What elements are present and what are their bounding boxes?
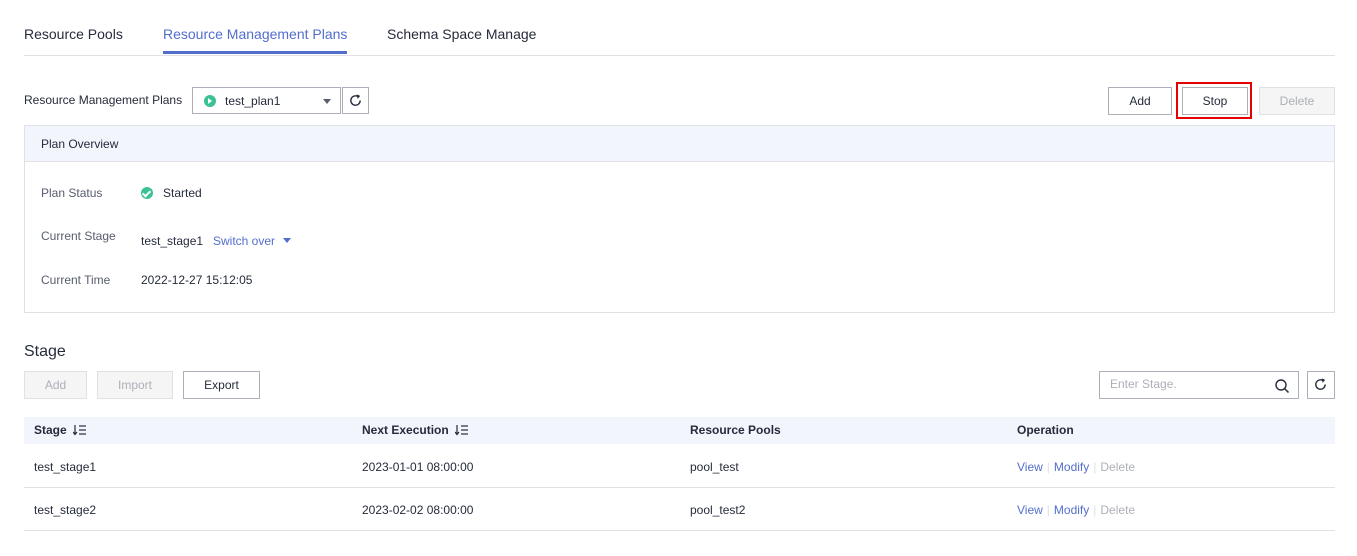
search-icon[interactable] [1274, 378, 1290, 394]
cell-stage: test_stage2 [34, 503, 97, 517]
refresh-plans-button[interactable] [342, 87, 369, 114]
current-stage-label: Current Stage [41, 229, 116, 243]
column-header-stage-label: Stage [34, 423, 67, 437]
modify-link[interactable]: Modify [1054, 460, 1089, 474]
separator: | [1046, 460, 1050, 474]
plan-selector-label: Resource Management Plans [24, 93, 183, 107]
view-link[interactable]: View [1017, 503, 1043, 517]
cell-next-execution: 2023-02-02 08:00:00 [362, 503, 474, 517]
separator: | [1093, 460, 1097, 474]
chevron-down-icon [323, 99, 331, 104]
cell-resource-pools: pool_test [690, 460, 739, 474]
refresh-icon [1315, 378, 1326, 390]
plan-status-label: Plan Status [41, 186, 103, 200]
current-time-value: 2022-12-27 15:12:05 [141, 273, 253, 287]
switch-over-link[interactable]: Switch over [213, 234, 275, 248]
caret-down-icon[interactable] [283, 238, 291, 243]
refresh-stages-button[interactable] [1307, 371, 1335, 399]
plan-select-dropdown[interactable]: test_plan1 [192, 87, 341, 114]
cell-stage: test_stage1 [34, 460, 97, 474]
delete-link: Delete [1100, 503, 1136, 517]
modify-link[interactable]: Modify [1054, 503, 1089, 517]
separator: | [1093, 503, 1097, 517]
tab-schema-space-manage[interactable]: Schema Space Manage [387, 26, 536, 42]
check-circle-icon [141, 187, 153, 199]
current-time-label: Current Time [41, 273, 111, 287]
column-header-next-execution[interactable]: Next Execution [362, 423, 469, 437]
table-row: test_stage2 2023-02-02 08:00:00 pool_tes… [24, 488, 1335, 531]
delete-link: Delete [1100, 460, 1136, 474]
cell-operation: View | Modify | Delete [1017, 503, 1135, 517]
view-link[interactable]: View [1017, 460, 1043, 474]
column-header-stage[interactable]: Stage [34, 423, 87, 437]
stage-search-input[interactable] [1110, 377, 1260, 391]
stage-search-box [1099, 371, 1299, 399]
plan-overview-title: Plan Overview [41, 137, 119, 151]
cell-next-execution: 2023-01-01 08:00:00 [362, 460, 474, 474]
stage-section-title: Stage [24, 343, 66, 360]
delete-plan-button: Delete [1259, 87, 1335, 115]
sort-icon[interactable] [454, 424, 469, 436]
refresh-icon [350, 94, 361, 106]
table-row: test_stage1 2023-01-01 08:00:00 pool_tes… [24, 445, 1335, 488]
tab-bar: Resource Pools Resource Management Plans… [24, 0, 1335, 56]
column-header-operation: Operation [1017, 423, 1074, 437]
export-stage-button[interactable]: Export [183, 371, 260, 399]
plan-status-value: Started [163, 186, 202, 200]
import-stage-button: Import [97, 371, 173, 399]
running-status-icon [204, 95, 216, 107]
column-header-resource-pools: Resource Pools [690, 423, 781, 437]
tab-resource-management-plans[interactable]: Resource Management Plans [163, 26, 347, 42]
add-stage-button: Add [24, 371, 87, 399]
plan-select-value: test_plan1 [225, 94, 281, 108]
stage-table-header: Stage Next Execution Resource Pools Oper… [24, 417, 1335, 444]
cell-operation: View | Modify | Delete [1017, 460, 1135, 474]
active-tab-indicator [163, 51, 347, 54]
stop-button-highlight [1176, 82, 1252, 119]
plan-overview-header: Plan Overview [25, 126, 1334, 162]
tab-resource-pools[interactable]: Resource Pools [24, 26, 123, 42]
current-stage-value: test_stage1 [141, 234, 204, 248]
sort-icon[interactable] [72, 424, 87, 436]
column-header-next-execution-label: Next Execution [362, 423, 449, 437]
separator: | [1046, 503, 1050, 517]
add-plan-button[interactable]: Add [1108, 87, 1172, 115]
cell-resource-pools: pool_test2 [690, 503, 746, 517]
